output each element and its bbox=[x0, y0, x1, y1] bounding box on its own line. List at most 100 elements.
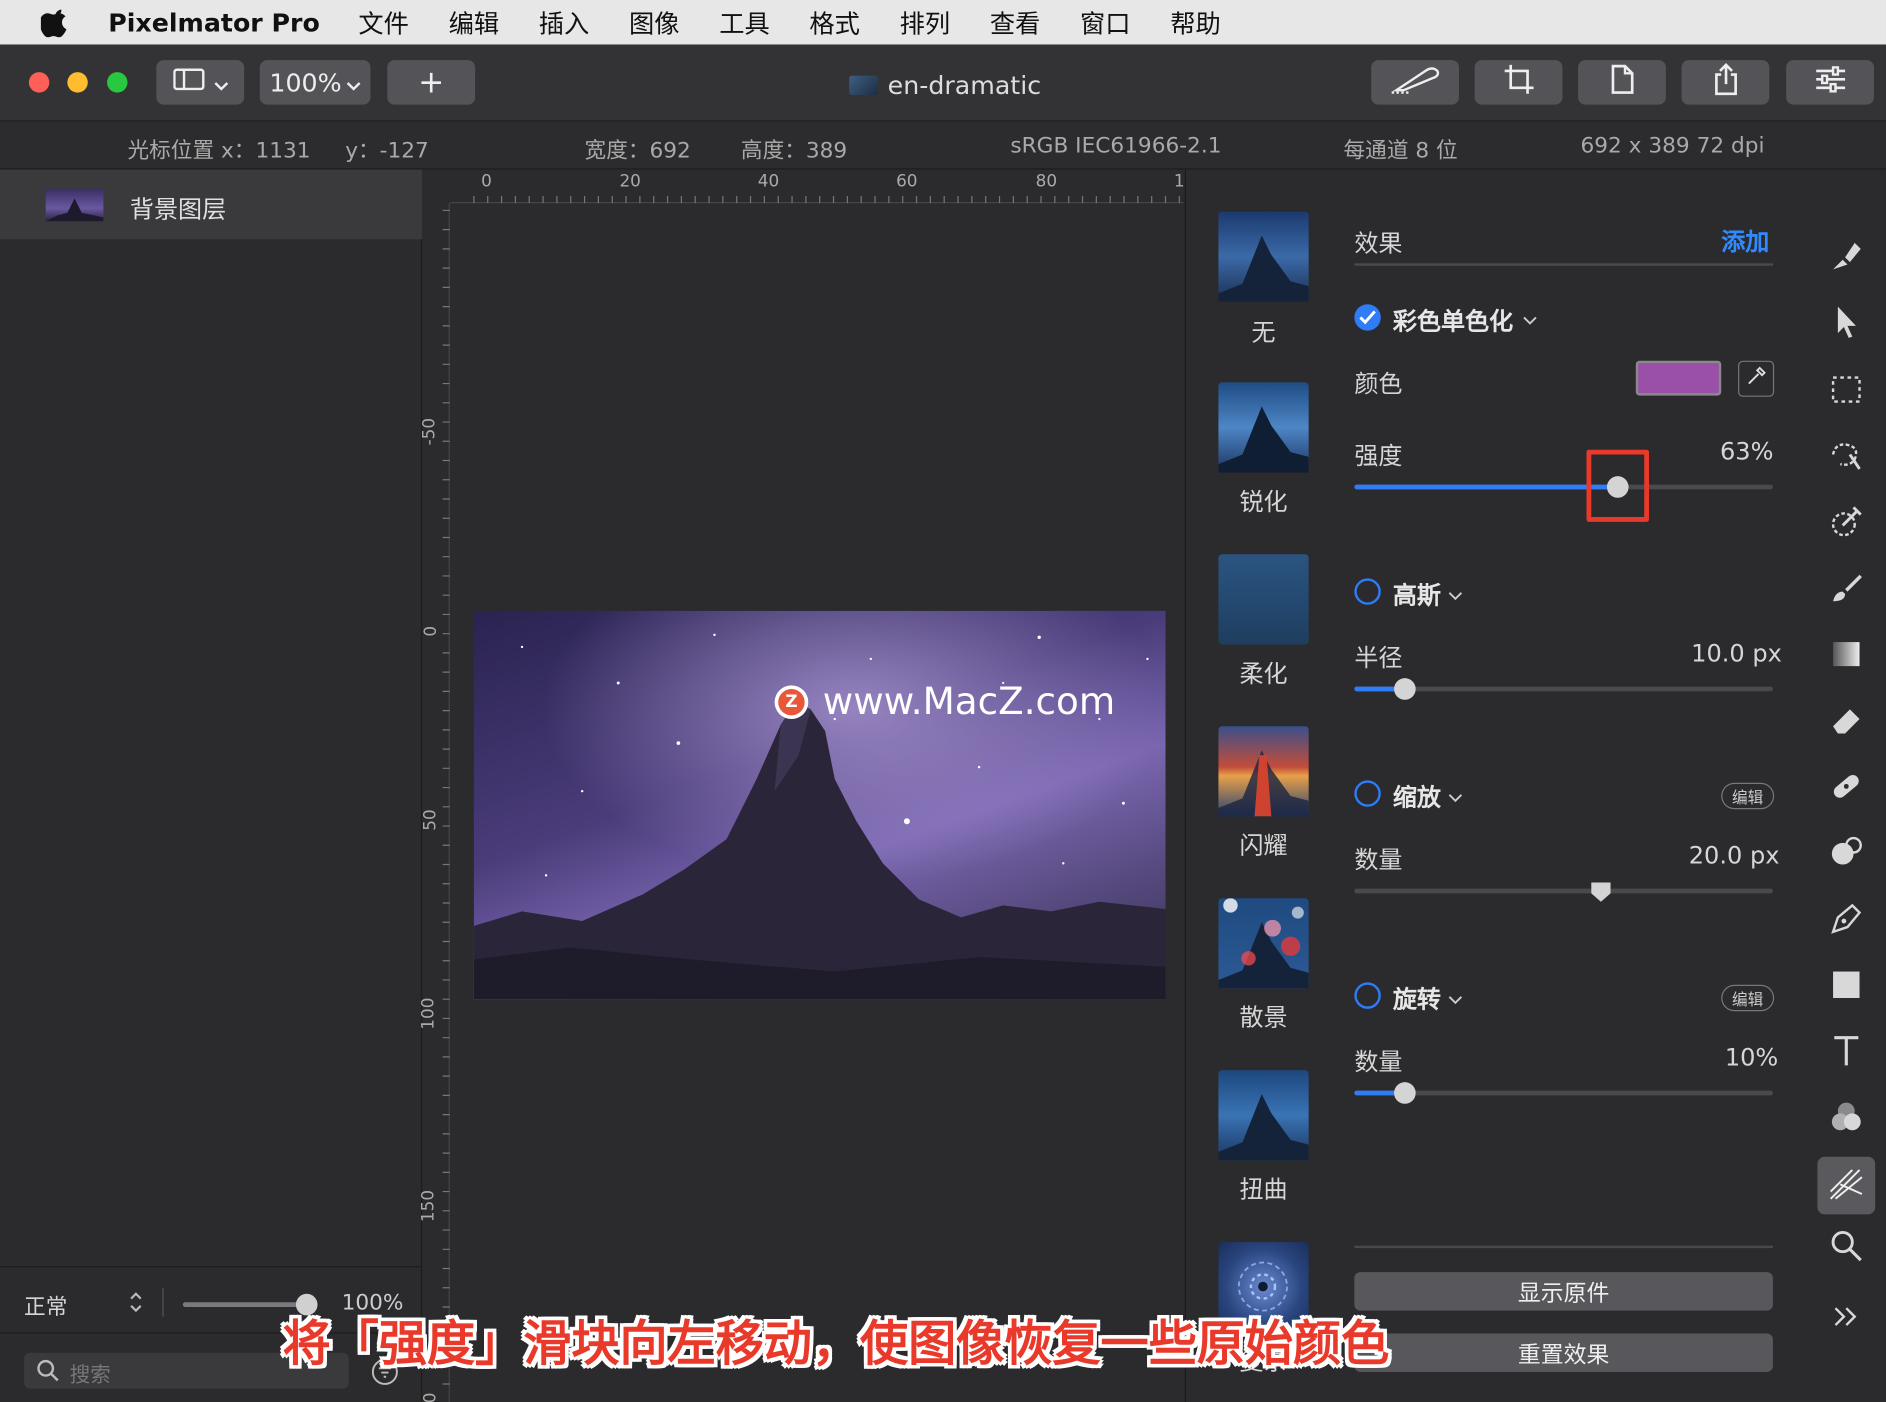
apple-menu-icon[interactable] bbox=[39, 8, 67, 37]
document-icon bbox=[1609, 64, 1635, 101]
color-selection-tool[interactable] bbox=[1823, 501, 1869, 547]
minimize-window-button[interactable] bbox=[67, 72, 88, 93]
sidebar-icon bbox=[172, 67, 207, 97]
amount-label: 数量 bbox=[1354, 845, 1403, 875]
intensity-value: 63% bbox=[1720, 436, 1774, 466]
eyedropper-button[interactable] bbox=[1738, 360, 1775, 397]
color-adjust-tool[interactable] bbox=[1823, 1097, 1869, 1143]
selection-tool[interactable] bbox=[1823, 369, 1869, 415]
menu-window[interactable]: 窗口 bbox=[1080, 4, 1131, 40]
edit-button[interactable]: 编辑 bbox=[1721, 984, 1775, 1012]
ruler-label: 150 bbox=[419, 1189, 439, 1223]
preset-thumb-none[interactable] bbox=[1218, 211, 1309, 302]
canvas-image[interactable]: Z www.MacZ.com bbox=[473, 610, 1166, 1000]
share-icon bbox=[1712, 63, 1738, 103]
eyedropper-select-icon bbox=[1828, 504, 1864, 545]
canvas-area[interactable]: 0 20 40 60 80 1 -50 0 50 100 150 20 bbox=[419, 169, 1185, 1402]
zoom-amount-slider-knob[interactable] bbox=[1590, 881, 1612, 903]
paint-tool[interactable] bbox=[1823, 568, 1869, 614]
close-window-button[interactable] bbox=[28, 72, 50, 93]
effects-tool[interactable] bbox=[1817, 1156, 1876, 1215]
chevron-down-icon[interactable] bbox=[1448, 785, 1463, 808]
marquee-icon bbox=[1829, 373, 1863, 411]
gradient-tool[interactable] bbox=[1823, 634, 1869, 680]
amount-value: 10% bbox=[1724, 1042, 1779, 1072]
more-tools-button[interactable] bbox=[1823, 1296, 1869, 1342]
format-tool-button[interactable] bbox=[1371, 60, 1459, 105]
pen-tool[interactable] bbox=[1823, 898, 1869, 944]
menu-image[interactable]: 图像 bbox=[629, 4, 680, 40]
edit-button[interactable]: 编辑 bbox=[1721, 782, 1775, 810]
sidebar-toggle-button[interactable] bbox=[156, 60, 245, 105]
intensity-label: 强度 bbox=[1354, 441, 1403, 471]
type-tool[interactable] bbox=[1823, 1030, 1869, 1076]
zoom-amount-slider[interactable] bbox=[1354, 888, 1773, 894]
chevron-down-icon[interactable] bbox=[1448, 583, 1463, 606]
cursor-x-readout: 光标位置 x：1131 bbox=[127, 138, 311, 164]
effect-enable-checkbox[interactable] bbox=[1354, 780, 1381, 807]
info-bar: 光标位置 x：1131 y：-127 宽度：692 高度：389 sRGB IE… bbox=[0, 121, 1886, 170]
color-swatch[interactable] bbox=[1635, 360, 1722, 396]
menu-edit[interactable]: 编辑 bbox=[449, 4, 500, 40]
color-label: 颜色 bbox=[1354, 369, 1403, 398]
menu-arrange[interactable]: 排列 bbox=[900, 4, 951, 40]
radius-slider-knob[interactable] bbox=[1393, 678, 1416, 700]
crop-button[interactable] bbox=[1474, 60, 1563, 105]
menu-file[interactable]: 文件 bbox=[358, 4, 409, 40]
effects-panel: 无 锐化 柔化 闪耀 散景 扭曲 复杂 效果 添加 彩色单色化 颜色 强度 63… bbox=[1184, 169, 1808, 1402]
effect-enable-checkbox[interactable] bbox=[1354, 304, 1381, 331]
shape-tool[interactable] bbox=[1823, 964, 1869, 1010]
effect-enable-checkbox[interactable] bbox=[1354, 578, 1381, 605]
app-name-menu[interactable]: Pixelmator Pro bbox=[108, 8, 320, 37]
chevron-down-icon[interactable] bbox=[1448, 987, 1463, 1010]
up-down-chevron-icon[interactable] bbox=[127, 1290, 144, 1319]
preset-thumb-sharpen[interactable] bbox=[1218, 382, 1309, 473]
show-original-button[interactable]: 显示原件 bbox=[1354, 1272, 1773, 1311]
preset-thumb-bokeh[interactable] bbox=[1218, 898, 1309, 989]
preset-label: 散景 bbox=[1239, 1002, 1288, 1032]
eraser-tool[interactable] bbox=[1823, 700, 1869, 746]
adjustments-button[interactable] bbox=[1786, 60, 1874, 105]
color-circles-icon bbox=[1828, 1099, 1864, 1140]
menu-tools[interactable]: 工具 bbox=[719, 4, 770, 40]
effect-name[interactable]: 高斯 bbox=[1393, 576, 1441, 611]
layers-sidebar: 背景图层 正常 100% 搜索 bbox=[0, 169, 423, 1402]
preset-thumb-soften[interactable] bbox=[1218, 554, 1309, 645]
zoom-level-dropdown[interactable]: 100% bbox=[259, 60, 371, 105]
twirl-amount-slider[interactable] bbox=[1354, 1090, 1773, 1096]
menu-insert[interactable]: 插入 bbox=[539, 4, 590, 40]
twirl-amount-slider-knob[interactable] bbox=[1393, 1082, 1416, 1104]
document-button[interactable] bbox=[1578, 60, 1666, 105]
radius-slider[interactable] bbox=[1354, 686, 1773, 692]
preset-thumb-distort[interactable] bbox=[1218, 1070, 1309, 1161]
zoom-tool[interactable] bbox=[1823, 1225, 1869, 1271]
clone-tool[interactable] bbox=[1823, 832, 1869, 878]
paintbrush-icon bbox=[1828, 570, 1864, 611]
effect-enable-checkbox[interactable] bbox=[1354, 982, 1381, 1009]
eraser-icon bbox=[1828, 702, 1864, 743]
share-button[interactable] bbox=[1681, 60, 1770, 105]
add-effect-button[interactable]: 添加 bbox=[1721, 222, 1769, 257]
gradient-icon bbox=[1829, 637, 1863, 675]
cursor-y-readout: y：-127 bbox=[345, 138, 429, 164]
menu-format[interactable]: 格式 bbox=[809, 4, 860, 40]
menu-help[interactable]: 帮助 bbox=[1170, 4, 1221, 40]
arrange-tool[interactable] bbox=[1823, 302, 1869, 348]
blend-mode-select[interactable]: 正常 bbox=[24, 1290, 67, 1321]
quick-selection-tool[interactable] bbox=[1823, 435, 1869, 481]
intensity-slider[interactable] bbox=[1354, 484, 1773, 490]
effect-name[interactable]: 彩色单色化 bbox=[1393, 302, 1513, 337]
chevron-down-icon[interactable] bbox=[1523, 308, 1537, 331]
rectangle-icon bbox=[1829, 968, 1863, 1006]
layer-row[interactable]: 背景图层 bbox=[0, 169, 423, 240]
effect-name[interactable]: 缩放 bbox=[1393, 778, 1441, 813]
add-button[interactable]: + bbox=[387, 60, 476, 105]
preset-thumb-glow[interactable] bbox=[1218, 726, 1309, 817]
zoom-window-button[interactable] bbox=[107, 72, 128, 93]
menu-view[interactable]: 查看 bbox=[990, 4, 1041, 40]
effect-name[interactable]: 旋转 bbox=[1393, 980, 1441, 1015]
reset-effects-button[interactable]: 重置效果 bbox=[1354, 1333, 1773, 1372]
style-tool[interactable] bbox=[1823, 236, 1869, 282]
repair-tool[interactable] bbox=[1823, 766, 1869, 812]
amount-label: 数量 bbox=[1354, 1047, 1403, 1077]
